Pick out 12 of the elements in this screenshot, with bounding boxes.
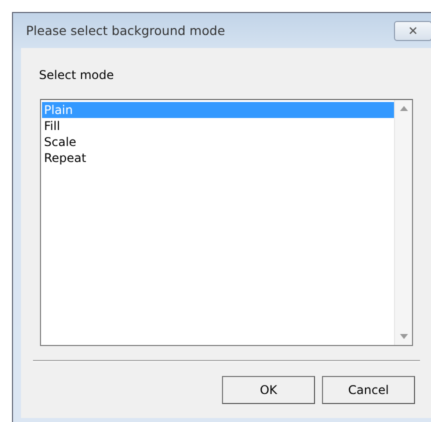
- scroll-up-icon[interactable]: [400, 106, 408, 111]
- scroll-down-icon[interactable]: [400, 334, 408, 339]
- list-item[interactable]: Repeat: [42, 150, 394, 166]
- mode-list[interactable]: Plain Fill Scale Repeat: [40, 99, 413, 346]
- cancel-button[interactable]: Cancel: [322, 376, 415, 404]
- window-title: Please select background mode: [26, 23, 226, 38]
- field-label: Select mode: [39, 68, 115, 82]
- list-item[interactable]: Fill: [42, 118, 394, 134]
- ok-button[interactable]: OK: [222, 376, 315, 404]
- list-item[interactable]: Scale: [42, 134, 394, 150]
- close-button[interactable]: ✕: [394, 20, 431, 40]
- scrollbar[interactable]: [394, 100, 412, 345]
